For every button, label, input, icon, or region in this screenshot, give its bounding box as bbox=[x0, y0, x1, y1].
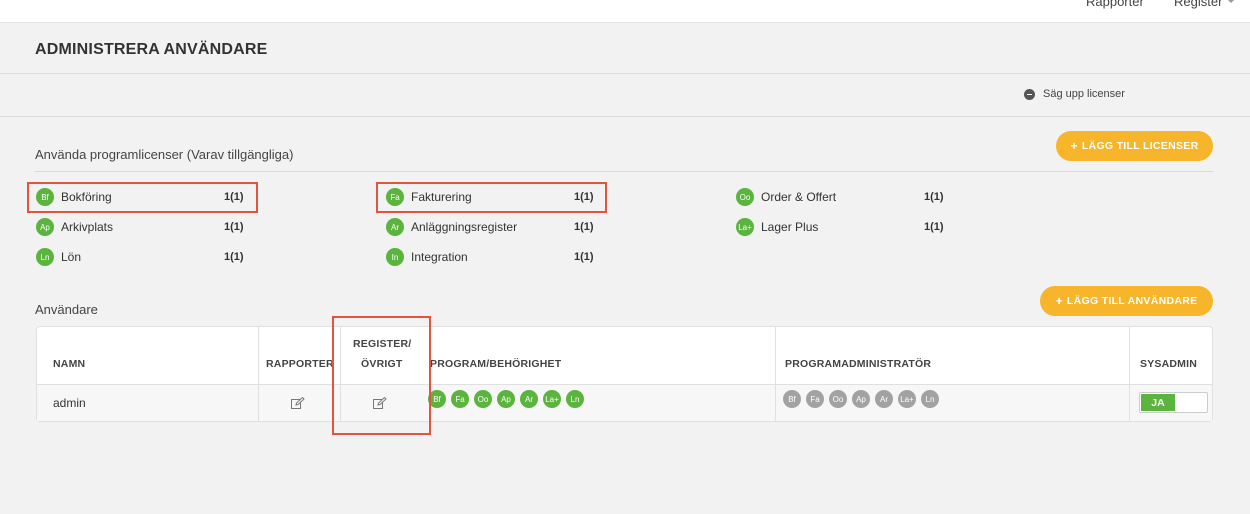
license-item-anlaggningsregister: Ar Anläggningsregister 1(1) bbox=[386, 216, 594, 238]
license-name: Lön bbox=[61, 250, 82, 264]
highlight-box bbox=[332, 316, 431, 435]
column-header-sysadmin[interactable]: SYSADMIN bbox=[1140, 358, 1197, 370]
license-count: 1(1) bbox=[574, 221, 594, 233]
license-name: Arkivplats bbox=[61, 220, 114, 234]
program-badge: Oo bbox=[736, 188, 754, 206]
license-name: Lager Plus bbox=[761, 220, 819, 234]
plus-icon: + bbox=[1055, 294, 1063, 308]
program-badge: Ap bbox=[36, 218, 54, 236]
license-item-arkivplats: Ap Arkivplats 1(1) bbox=[36, 216, 244, 238]
program-badge: In bbox=[386, 248, 404, 266]
divider bbox=[0, 116, 1250, 117]
admin-badges: Bf Fa Oo Ap Ar La+ Ln bbox=[783, 390, 939, 408]
cancel-licenses-link[interactable]: Säg upp licenser bbox=[1024, 88, 1125, 100]
license-item-integration: In Integration 1(1) bbox=[386, 246, 594, 268]
edit-icon[interactable] bbox=[291, 397, 305, 409]
license-count: 1(1) bbox=[224, 221, 244, 233]
column-header-rapporter[interactable]: RAPPORTER bbox=[266, 358, 334, 370]
admin-badge-ln[interactable]: Ln bbox=[921, 390, 939, 408]
license-name: Order & Offert bbox=[761, 190, 837, 204]
program-badge: Ln bbox=[36, 248, 54, 266]
divider bbox=[0, 73, 1250, 74]
add-user-label: LÄGG TILL ANVÄNDARE bbox=[1066, 295, 1198, 307]
admin-badge-ar[interactable]: Ar bbox=[875, 390, 893, 408]
license-name: Integration bbox=[411, 250, 468, 264]
column-header-name[interactable]: NAMN bbox=[53, 358, 85, 370]
users-section-title: Användare bbox=[35, 302, 98, 317]
cancel-licenses-label: Säg upp licenser bbox=[1043, 88, 1125, 100]
license-count: 1(1) bbox=[224, 251, 244, 263]
user-name-cell: admin bbox=[53, 396, 86, 410]
column-divider bbox=[1129, 327, 1130, 421]
chevron-down-icon bbox=[1227, 0, 1236, 3]
license-item-lon: Ln Lön 1(1) bbox=[36, 246, 244, 268]
column-header-programadmin[interactable]: PROGRAMADMINISTRATÖR bbox=[785, 358, 931, 370]
admin-badge-ap[interactable]: Ap bbox=[852, 390, 870, 408]
program-badges: Bf Fa Oo Ap Ar La+ Ln bbox=[428, 390, 584, 408]
admin-badge-bf[interactable]: Bf bbox=[783, 390, 801, 408]
column-divider bbox=[775, 327, 776, 421]
license-count: 1(1) bbox=[924, 221, 944, 233]
license-count: 1(1) bbox=[574, 251, 594, 263]
program-badge-ar[interactable]: Ar bbox=[520, 390, 538, 408]
program-badge: La+ bbox=[736, 218, 754, 236]
licenses-section-title: Använda programlicenser (Varav tillgängl… bbox=[35, 147, 294, 162]
users-table: NAMN RAPPORTER REGISTER/ ÖVRIGT PROGRAM/… bbox=[36, 326, 1213, 422]
program-badge-ln[interactable]: Ln bbox=[566, 390, 584, 408]
table-row bbox=[37, 384, 1212, 421]
program-badge-oo[interactable]: Oo bbox=[474, 390, 492, 408]
highlight-box bbox=[376, 182, 607, 213]
program-badge-ap[interactable]: Ap bbox=[497, 390, 515, 408]
nav-register[interactable]: Register bbox=[1174, 0, 1236, 9]
admin-badge-la[interactable]: La+ bbox=[898, 390, 916, 408]
plus-icon: + bbox=[1070, 139, 1078, 153]
sysadmin-toggle-on: JA bbox=[1141, 394, 1175, 411]
add-licenses-label: LÄGG TILL LICENSER bbox=[1081, 140, 1199, 152]
minus-circle-icon bbox=[1024, 88, 1035, 100]
page-title: ADMINISTRERA ANVÄNDARE bbox=[35, 41, 268, 58]
column-divider bbox=[258, 327, 259, 421]
column-header-program[interactable]: PROGRAM/BEHÖRIGHET bbox=[430, 358, 561, 370]
license-item-order-offert: Oo Order & Offert 1(1) bbox=[736, 186, 944, 208]
program-badge: Ar bbox=[386, 218, 404, 236]
admin-badge-oo[interactable]: Oo bbox=[829, 390, 847, 408]
divider bbox=[35, 171, 1213, 172]
highlight-box bbox=[27, 182, 258, 213]
program-badge-la[interactable]: La+ bbox=[543, 390, 561, 408]
nav-register-label: Register bbox=[1174, 0, 1223, 9]
license-item-lager-plus: La+ Lager Plus 1(1) bbox=[736, 216, 944, 238]
license-count: 1(1) bbox=[924, 191, 944, 203]
sysadmin-toggle[interactable]: JA bbox=[1139, 392, 1208, 413]
nav-rapporter[interactable]: Rapporter bbox=[1086, 0, 1144, 9]
add-user-button[interactable]: + LÄGG TILL ANVÄNDARE bbox=[1040, 286, 1213, 316]
license-name: Anläggningsregister bbox=[411, 220, 518, 234]
admin-badge-fa[interactable]: Fa bbox=[806, 390, 824, 408]
program-badge-fa[interactable]: Fa bbox=[451, 390, 469, 408]
top-bar: Rapporter Register bbox=[0, 0, 1250, 23]
add-licenses-button[interactable]: + LÄGG TILL LICENSER bbox=[1056, 131, 1213, 161]
